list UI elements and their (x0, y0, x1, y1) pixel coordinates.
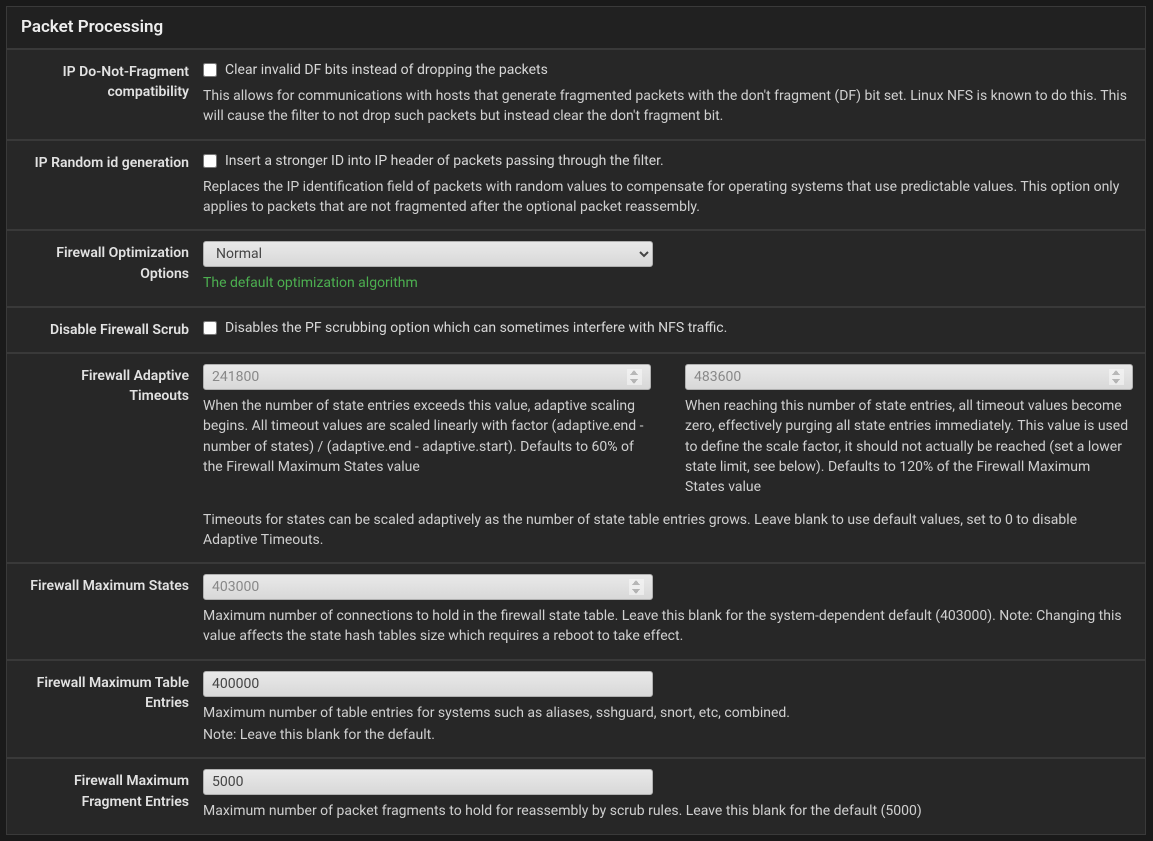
checkbox-scrub-label: Disables the PF scrubbing option which c… (225, 318, 727, 338)
help-adaptive-start: When the number of state entries exceeds… (203, 396, 651, 477)
row-maxfrag: Firewall Maximum Fragment Entries Maximu… (7, 757, 1145, 833)
input-maxfrag[interactable] (203, 769, 653, 795)
panel-title: Packet Processing (7, 7, 1145, 48)
checkbox-df-compat-label: Clear invalid DF bits instead of droppin… (225, 60, 548, 80)
help-maxtable-2: Note: Leave this blank for the default. (203, 725, 1133, 745)
label-maxstates: Firewall Maximum States (19, 574, 203, 647)
help-random-id: Replaces the IP identification field of … (203, 177, 1133, 218)
select-optimization[interactable]: Normal (203, 241, 653, 267)
help-adaptive-end: When reaching this number of state entri… (685, 396, 1133, 497)
help-df-compat: This allows for communications with host… (203, 86, 1133, 127)
input-adaptive-start[interactable] (203, 364, 651, 390)
row-random-id: IP Random id generation Insert a stronge… (7, 139, 1145, 230)
help-maxtable-1: Maximum number of table entries for syst… (203, 703, 1133, 723)
row-adaptive: Firewall Adaptive Timeouts When the numb… (7, 352, 1145, 562)
packet-processing-panel: Packet Processing IP Do-Not-Fragment com… (6, 6, 1146, 835)
checkbox-random-id-label: Insert a stronger ID into IP header of p… (225, 151, 664, 171)
input-adaptive-end[interactable] (685, 364, 1133, 390)
label-random-id: IP Random id generation (19, 151, 203, 218)
checkbox-scrub[interactable] (203, 321, 217, 335)
help-adaptive-footer: Timeouts for states can be scaled adapti… (203, 510, 1133, 551)
label-scrub: Disable Firewall Scrub (19, 318, 203, 340)
row-maxstates: Firewall Maximum States Maximum number o… (7, 562, 1145, 659)
help-optimization: The default optimization algorithm (203, 273, 1133, 293)
checkbox-random-id[interactable] (203, 154, 217, 168)
row-scrub: Disable Firewall Scrub Disables the PF s… (7, 306, 1145, 352)
label-optimization: Firewall Optimization Options (19, 241, 203, 293)
label-maxfrag: Firewall Maximum Fragment Entries (19, 769, 203, 821)
help-maxstates: Maximum number of connections to hold in… (203, 606, 1133, 647)
input-maxtable[interactable] (203, 671, 653, 697)
row-maxtable: Firewall Maximum Table Entries Maximum n… (7, 659, 1145, 758)
checkbox-df-compat[interactable] (203, 63, 217, 77)
row-df-compat: IP Do-Not-Fragment compatibility Clear i… (7, 48, 1145, 139)
label-df-compat: IP Do-Not-Fragment compatibility (19, 60, 203, 127)
row-optimization: Firewall Optimization Options Normal The… (7, 229, 1145, 305)
label-adaptive: Firewall Adaptive Timeouts (19, 364, 203, 550)
input-maxstates[interactable] (203, 574, 653, 600)
help-maxfrag: Maximum number of packet fragments to ho… (203, 801, 1133, 821)
label-maxtable: Firewall Maximum Table Entries (19, 671, 203, 746)
